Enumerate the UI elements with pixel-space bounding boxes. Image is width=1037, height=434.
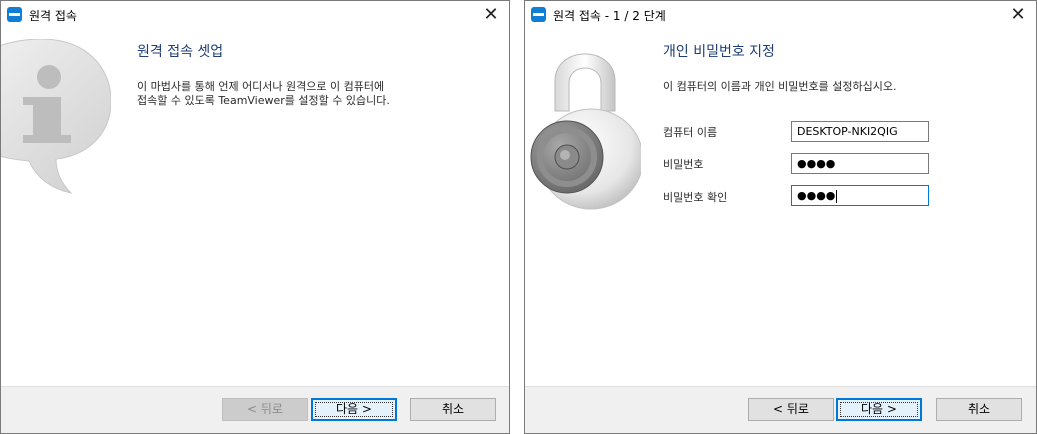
next-button[interactable]: 다음 > [311, 398, 397, 421]
computer-name-input[interactable]: DESKTOP-NKI2QIG [791, 121, 929, 142]
close-button[interactable]: ✕ [473, 1, 509, 29]
close-button[interactable]: ✕ [1000, 1, 1036, 29]
padlock-icon [530, 53, 641, 210]
text-caret [836, 189, 838, 203]
setup-wizard-window: 원격 접속 ✕ 원격 접속 셋업 이 마법사를 통해 언제 어디서나 원격으로 … [0, 0, 510, 434]
wizard-footer: < 뒤로 다음 > 취소 [1, 386, 509, 433]
next-button[interactable]: 다음 > [836, 398, 922, 421]
password-input[interactable]: ●●●● [791, 153, 929, 174]
window-title: 원격 접속 - 1 / 2 단계 [553, 9, 666, 23]
description-line-1: 이 마법사를 통해 언제 어디서나 원격으로 이 컴퓨터에 [137, 80, 385, 93]
title-bar[interactable]: 원격 접속 - 1 / 2 단계 ✕ [525, 1, 1036, 29]
confirm-password-input[interactable]: ●●●● [791, 185, 929, 206]
cancel-button[interactable]: 취소 [936, 398, 1022, 421]
password-label: 비밀번호 [663, 158, 704, 171]
cancel-button[interactable]: 취소 [410, 398, 496, 421]
info-icon [1, 39, 111, 194]
title-bar[interactable]: 원격 접속 ✕ [1, 1, 509, 29]
teamviewer-app-icon [531, 7, 546, 22]
computer-name-label: 컴퓨터 이름 [663, 126, 718, 139]
back-button[interactable]: < 뒤로 [748, 398, 834, 421]
wizard-footer: < 뒤로 다음 > 취소 [525, 386, 1036, 433]
back-button[interactable]: < 뒤로 [222, 398, 308, 421]
password-step-window: 원격 접속 - 1 / 2 단계 ✕ 개인 비밀번호 지정 이 컴퓨터의 이름과… [524, 0, 1037, 434]
description-line-2: 접속할 수 있도록 TeamViewer를 설정할 수 있습니다. [137, 94, 390, 107]
page-heading: 개인 비밀번호 지정 [663, 44, 775, 60]
confirm-password-label: 비밀번호 확인 [663, 191, 728, 204]
page-heading: 원격 접속 셋업 [137, 44, 224, 60]
description: 이 컴퓨터의 이름과 개인 비밀번호를 설정하십시오. [663, 80, 897, 93]
teamviewer-app-icon [7, 7, 22, 22]
window-title: 원격 접속 [29, 9, 77, 23]
confirm-password-value: ●●●● [797, 189, 836, 202]
